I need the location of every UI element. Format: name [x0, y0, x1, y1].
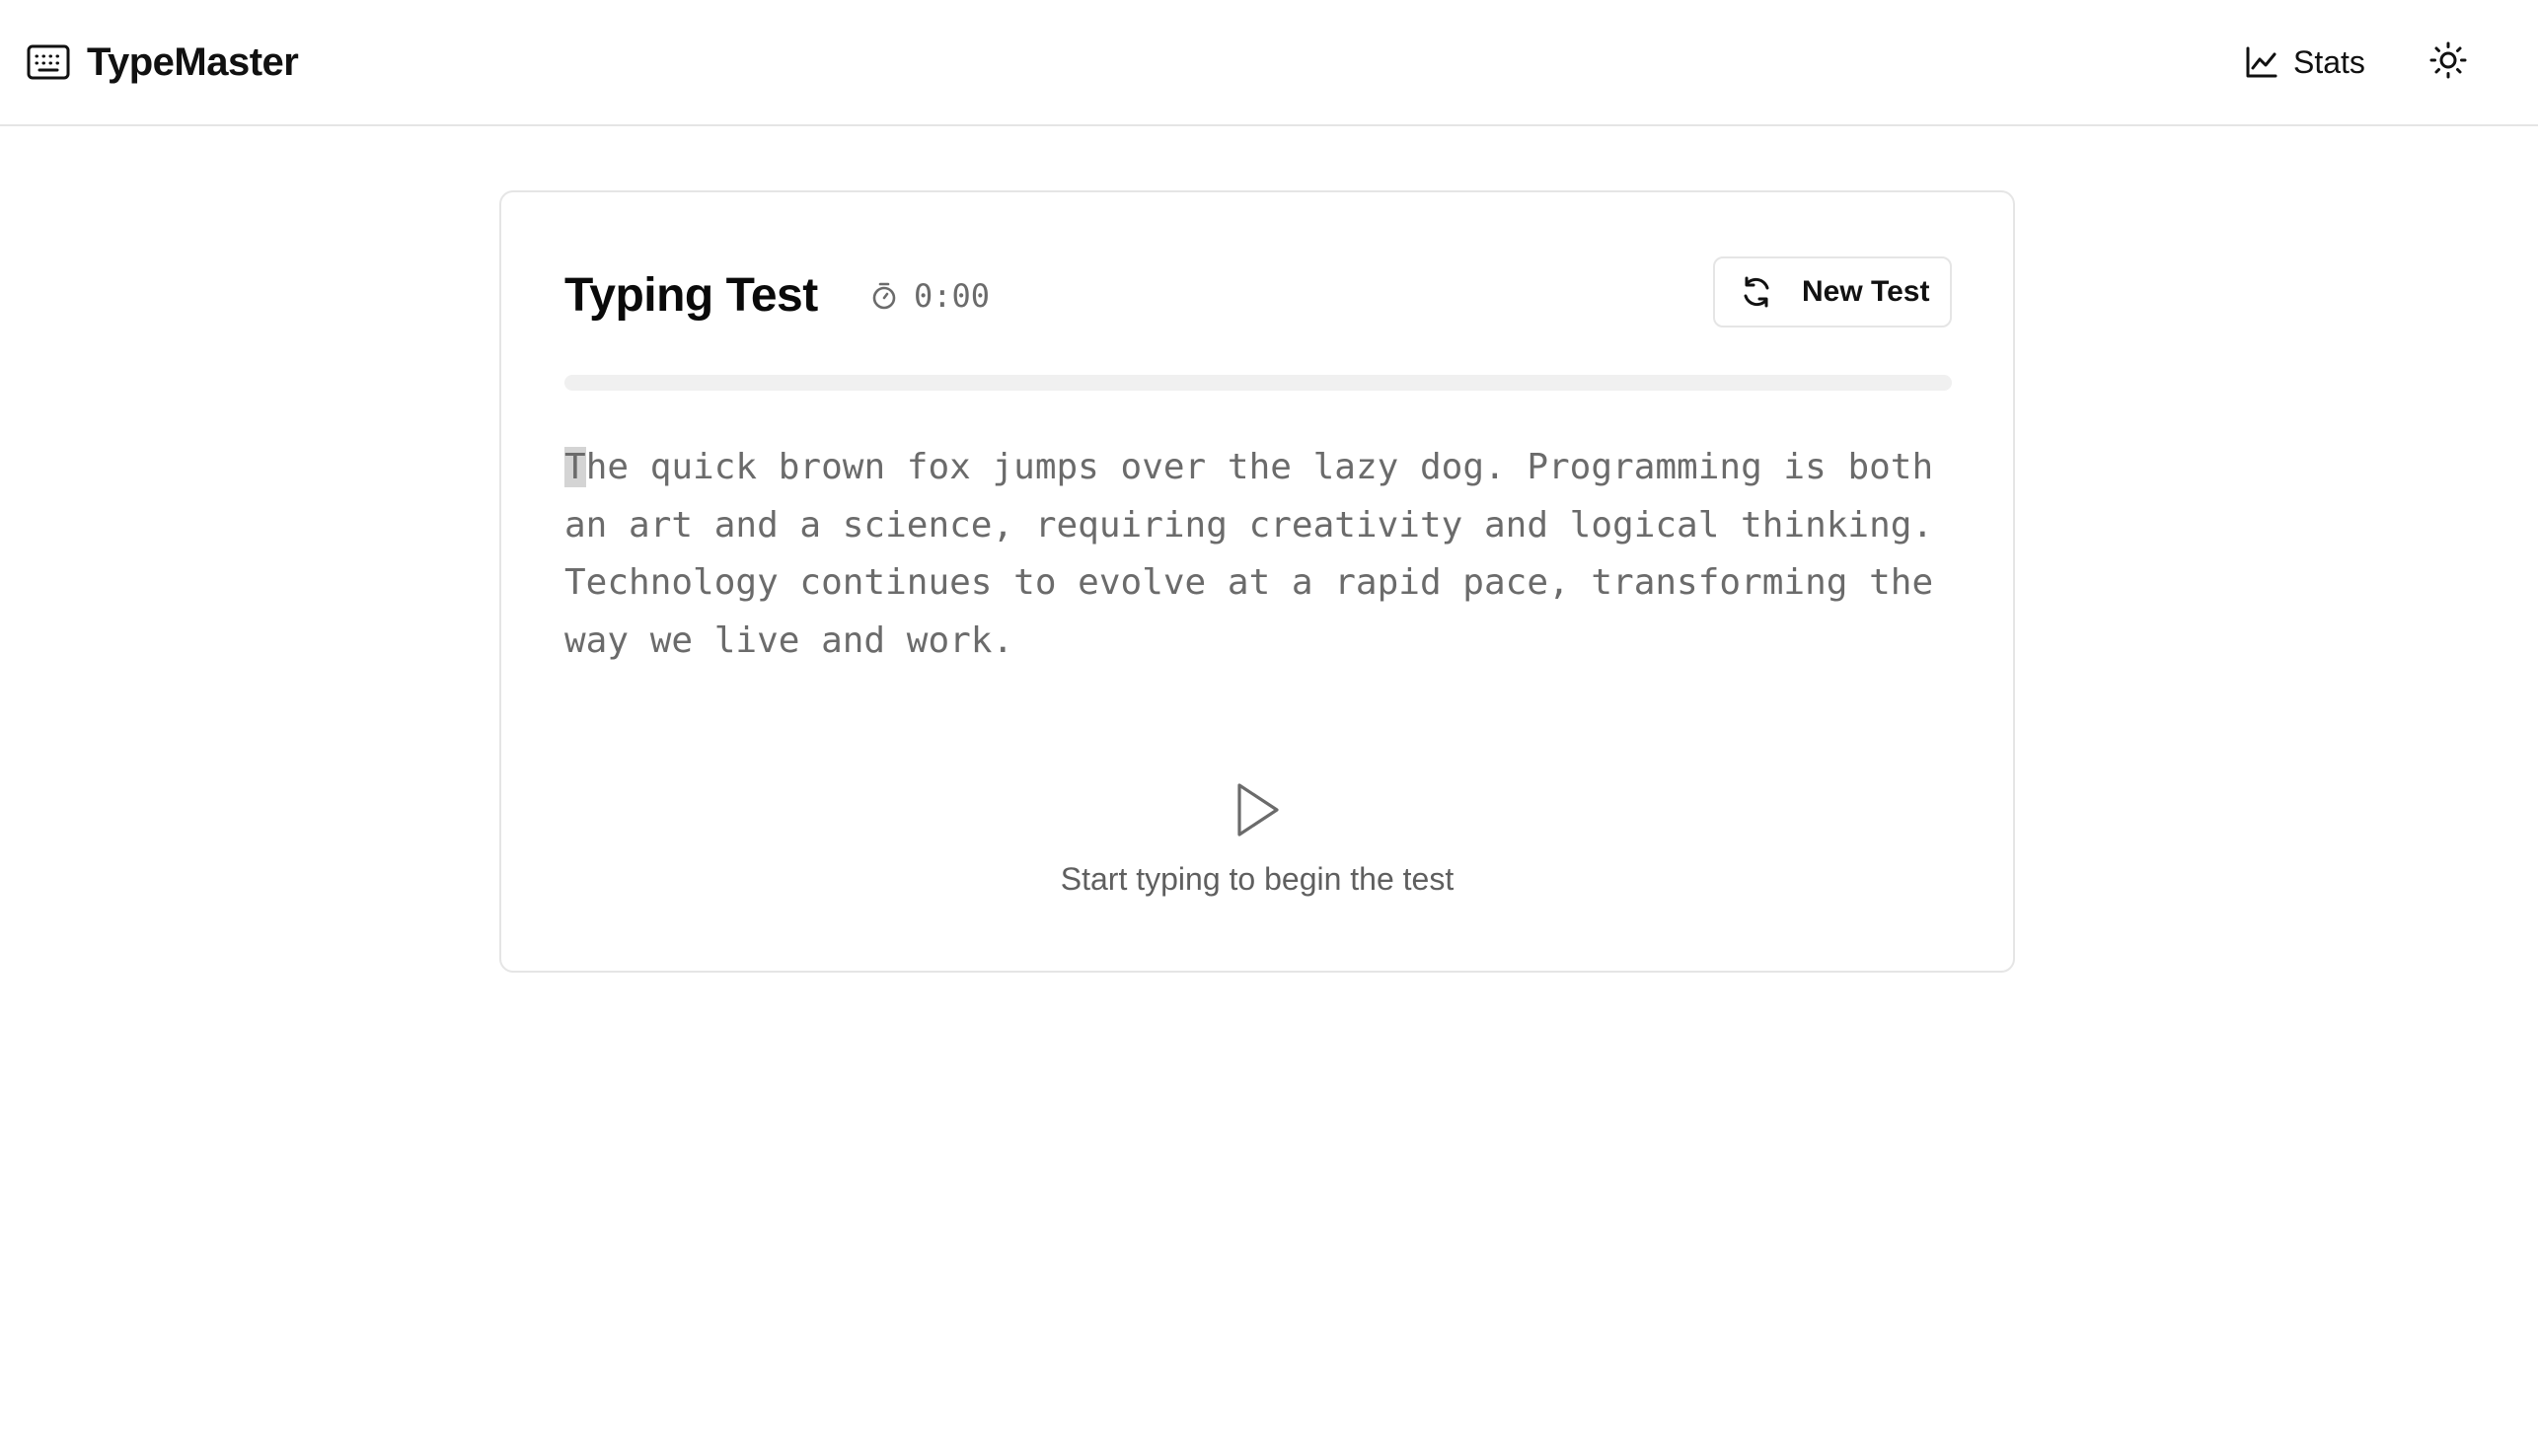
- card-title: Typing Test: [564, 268, 818, 322]
- timer: 0:00: [868, 271, 990, 321]
- typing-test-card: Typing Test 0:00 New Test The quick brow…: [499, 190, 2015, 973]
- brand[interactable]: TypeMaster: [26, 0, 299, 124]
- passage-line: Technology continues to evolve at a rapi…: [564, 562, 1934, 603]
- start-prompt: Start typing to begin the test: [501, 780, 2013, 898]
- top-bar: TypeMaster Stats: [0, 0, 2538, 126]
- timer-value: 0:00: [914, 277, 991, 315]
- passage-line: an art and a science, requiring creativi…: [564, 504, 1934, 546]
- passage-line-text: he quick brown fox jumps over the lazy d…: [585, 447, 1934, 487]
- new-test-label: New Test: [1802, 275, 1930, 308]
- keyboard-icon: [26, 39, 71, 85]
- passage-line: The quick brown fox jumps over the lazy …: [564, 439, 1966, 497]
- start-hint: Start typing to begin the test: [1060, 861, 1455, 897]
- passage-line: way we live and work.: [564, 619, 1014, 661]
- new-test-button[interactable]: New Test: [1713, 256, 1952, 328]
- stats-link[interactable]: Stats: [2226, 30, 2381, 95]
- theme-toggle-button[interactable]: [2416, 30, 2481, 95]
- stats-label: Stats: [2293, 43, 2365, 80]
- line-chart-icon: [2242, 42, 2281, 82]
- cursor-character: T: [564, 447, 586, 487]
- sun-icon: [2429, 41, 2467, 84]
- stopwatch-icon: [868, 280, 900, 312]
- progress-bar: [564, 375, 1952, 391]
- play-icon: [1228, 780, 1287, 839]
- app-title: TypeMaster: [87, 39, 299, 84]
- refresh-icon: [1739, 274, 1774, 310]
- typing-passage[interactable]: The quick brown fox jumps over the lazy …: [564, 439, 1966, 670]
